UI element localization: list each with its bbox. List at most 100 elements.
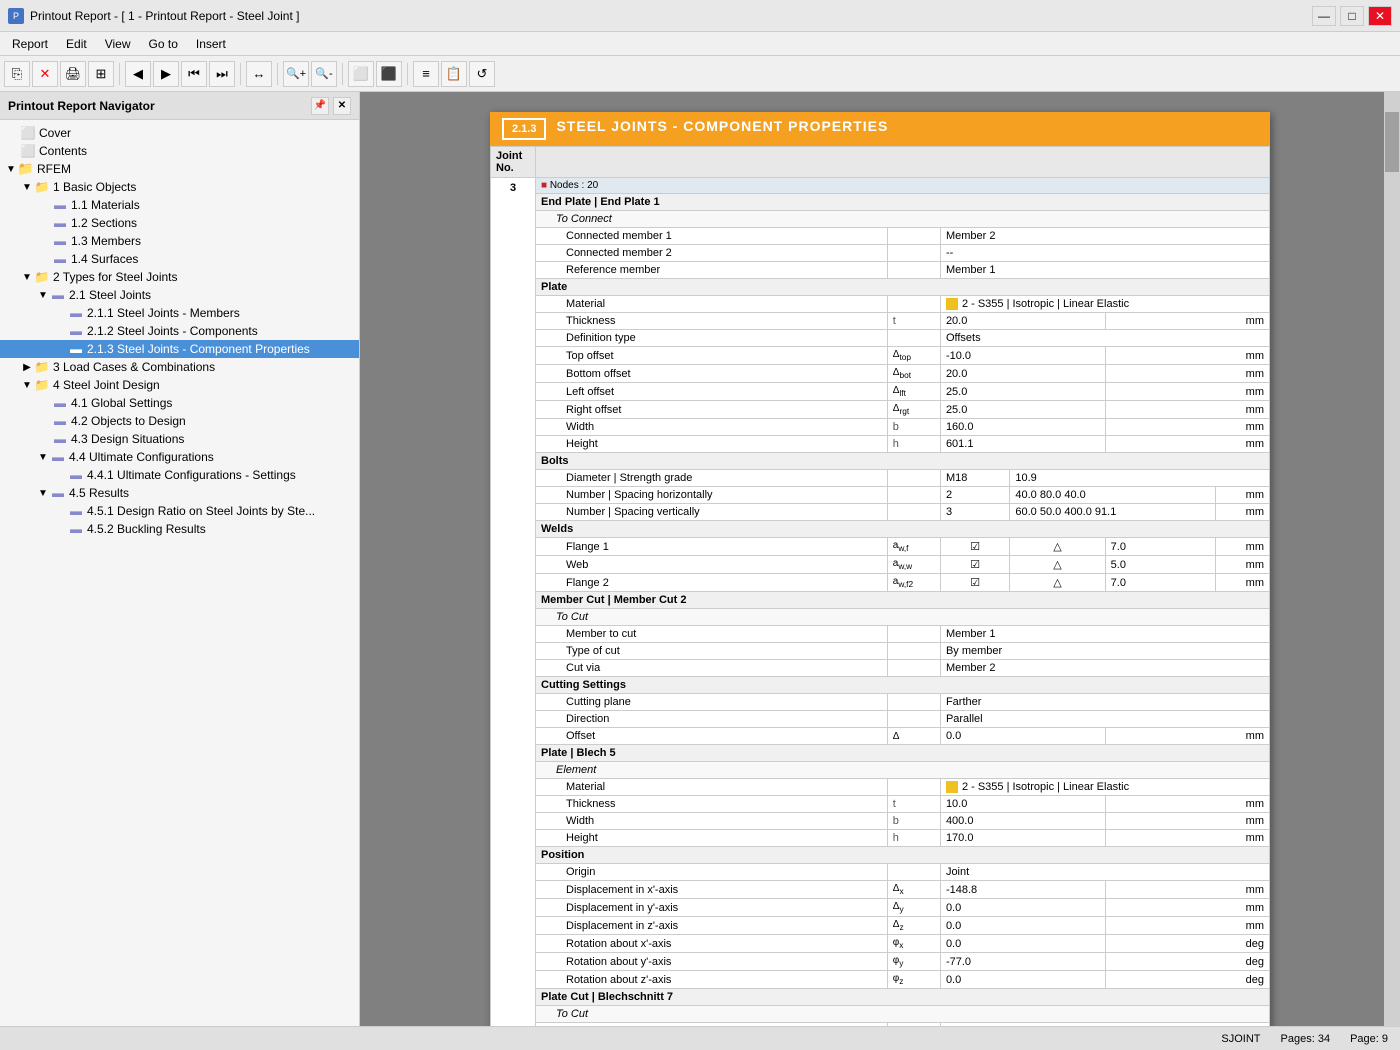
tree-item-sj-comp-props[interactable]: ▬ 2.1.3 Steel Joints - Component Propert…: [0, 340, 359, 358]
web-sym: aw,w: [887, 556, 940, 574]
rot-y-label: Rotation about y'-axis: [536, 953, 888, 971]
row-bot-offset: Bottom offset Δbot 20.0 mm: [491, 365, 1270, 383]
tb-zoom-in[interactable]: 🔍+: [283, 61, 309, 87]
tree-item-buckling[interactable]: ▬ 4.5.2 Buckling Results: [0, 520, 359, 538]
type-cut-val: By member: [940, 643, 1269, 660]
tree-item-basic[interactable]: ▼ 📁 1 Basic Objects: [0, 178, 359, 196]
tree-item-ult-settings[interactable]: ▬ 4.4.1 Ultimate Configurations - Settin…: [0, 466, 359, 484]
panel-close[interactable]: ✕: [333, 97, 351, 115]
tree-item-types[interactable]: ▼ 📁 2 Types for Steel Joints: [0, 268, 359, 286]
strength-val: 10.9: [1010, 470, 1270, 487]
tb-view-opts[interactable]: ≡: [413, 61, 439, 87]
tb-first[interactable]: ⏮: [181, 61, 207, 87]
tb-page-size[interactable]: ⬜: [348, 61, 374, 87]
row-conn-m2: Connected member 2 --: [491, 245, 1270, 262]
row-material2: Material 2 - S355 | Isotropic | Linear E…: [491, 779, 1270, 796]
menu-insert[interactable]: Insert: [188, 35, 234, 53]
tree-item-design-sit[interactable]: ▬ 4.3 Design Situations: [0, 430, 359, 448]
bot-offset-unit: mm: [1105, 365, 1269, 383]
disp-x-unit: mm: [1105, 881, 1269, 899]
offset-sym: Δ: [887, 728, 940, 745]
row-direction: Direction Parallel: [491, 711, 1270, 728]
tb-next[interactable]: ▶: [153, 61, 179, 87]
scrollbar-thumb[interactable]: [1385, 112, 1399, 172]
tree-item-res-design[interactable]: ▬ 4.5.1 Design Ratio on Steel Joints by …: [0, 502, 359, 520]
web-cb1: ☑: [940, 556, 1009, 574]
scrollbar-track[interactable]: [1384, 92, 1400, 1026]
row-height: Height h 601.1 mm: [491, 436, 1270, 453]
maximize-button[interactable]: □: [1340, 6, 1364, 26]
tree-item-rfem[interactable]: ▼ 📁 RFEM: [0, 160, 359, 178]
menu-bar: Report Edit View Go to Insert: [0, 32, 1400, 56]
members-label: 1.3 Members: [71, 234, 141, 248]
tree-item-objects[interactable]: ▬ 4.2 Objects to Design: [0, 412, 359, 430]
joint-row: 3 ■ Nodes : 20: [491, 178, 1270, 194]
row-type-cut: Type of cut By member: [491, 643, 1270, 660]
tree-container: ⬜ Cover ⬜ Contents ▼ 📁 RFEM ▼ 📁 1 Basic …: [0, 120, 359, 1026]
tree-item-contents[interactable]: ⬜ Contents: [0, 142, 359, 160]
row-left-offset: Left offset Δlft 25.0 mm: [491, 383, 1270, 401]
menu-report[interactable]: Report: [4, 35, 56, 53]
types-folder-icon: 📁: [34, 270, 50, 284]
offset-unit: mm: [1105, 728, 1269, 745]
height-label: Height: [536, 436, 888, 453]
title-bar-controls[interactable]: — □ ✕: [1312, 6, 1392, 26]
tb-refresh[interactable]: ↺: [469, 61, 495, 87]
panel-pin[interactable]: 📌: [311, 97, 329, 115]
row-member-to-cut: Member to cut Member 1: [491, 626, 1270, 643]
tb-options[interactable]: ⊞: [88, 61, 114, 87]
design-sit-icon: ▬: [52, 432, 68, 446]
thickness-val: 20.0: [940, 313, 1105, 330]
tb-full[interactable]: ⬛: [376, 61, 402, 87]
num-horiz-unit: mm: [1216, 487, 1270, 504]
tb-close[interactable]: ✕: [32, 61, 58, 87]
tb-export[interactable]: 📋: [441, 61, 467, 87]
row-diameter: Diameter | Strength grade M18 10.9: [491, 470, 1270, 487]
tb-prev[interactable]: ◀: [125, 61, 151, 87]
row-origin: Origin Joint: [491, 864, 1270, 881]
cut-via-label: Cut via: [536, 660, 888, 677]
width2-sym: b: [887, 813, 940, 830]
tree-item-ultimate[interactable]: ▼ ▬ 4.4 Ultimate Configurations: [0, 448, 359, 466]
plate-cut-header: Plate Cut | Blechschnitt 7: [536, 989, 1270, 1006]
sj-folder-icon: ▬: [50, 288, 66, 302]
tree-item-materials[interactable]: ▬ 1.1 Materials: [0, 196, 359, 214]
tree-item-cover[interactable]: ⬜ Cover: [0, 124, 359, 142]
left-offset-sym: Δlft: [887, 383, 940, 401]
surfaces-label: 1.4 Surfaces: [71, 252, 138, 266]
close-button[interactable]: ✕: [1368, 6, 1392, 26]
row-disp-x: Displacement in x'-axis Δx -148.8 mm: [491, 881, 1270, 899]
menu-goto[interactable]: Go to: [141, 35, 186, 53]
tb-fit[interactable]: ↔: [246, 61, 272, 87]
cut-via-val: Member 2: [940, 660, 1269, 677]
tree-item-surfaces[interactable]: ▬ 1.4 Surfaces: [0, 250, 359, 268]
tb-zoom-out[interactable]: 🔍-: [311, 61, 337, 87]
tree-item-global[interactable]: ▬ 4.1 Global Settings: [0, 394, 359, 412]
lc-folder-icon: 📁: [34, 360, 50, 374]
tb-last[interactable]: ⏭: [209, 61, 235, 87]
menu-view[interactable]: View: [97, 35, 139, 53]
tree-item-members[interactable]: ▬ 1.3 Members: [0, 232, 359, 250]
tree-item-sections[interactable]: ▬ 1.2 Sections: [0, 214, 359, 232]
cutting-plane-label: Cutting plane: [536, 694, 888, 711]
row-disp-y: Displacement in y'-axis Δy 0.0 mm: [491, 899, 1270, 917]
tree-item-sjd[interactable]: ▼ 📁 4 Steel Joint Design: [0, 376, 359, 394]
sep1: [119, 63, 120, 85]
tb-print[interactable]: 🖨: [60, 61, 86, 87]
tree-item-sj[interactable]: ▼ ▬ 2.1 Steel Joints: [0, 286, 359, 304]
sj-components-label: 2.1.2 Steel Joints - Components: [87, 324, 258, 338]
tree-item-loadcases[interactable]: ▶ 📁 3 Load Cases & Combinations: [0, 358, 359, 376]
tree-item-results[interactable]: ▼ ▬ 4.5 Results: [0, 484, 359, 502]
height-val: 601.1: [940, 436, 1105, 453]
disp-x-val: -148.8: [940, 881, 1105, 899]
menu-edit[interactable]: Edit: [58, 35, 95, 53]
conn-m2-val: --: [940, 245, 1269, 262]
tb-new[interactable]: ⎘: [4, 61, 30, 87]
ult-settings-icon: ▬: [68, 468, 84, 482]
main-layout: Printout Report Navigator 📌 ✕ ⬜ Cover ⬜ …: [0, 92, 1400, 1026]
height-sym: h: [887, 436, 940, 453]
row-right-offset: Right offset Δrgt 25.0 mm: [491, 401, 1270, 419]
tree-item-sj-components[interactable]: ▬ 2.1.2 Steel Joints - Components: [0, 322, 359, 340]
tree-item-sj-members[interactable]: ▬ 2.1.1 Steel Joints - Members: [0, 304, 359, 322]
minimize-button[interactable]: —: [1312, 6, 1336, 26]
